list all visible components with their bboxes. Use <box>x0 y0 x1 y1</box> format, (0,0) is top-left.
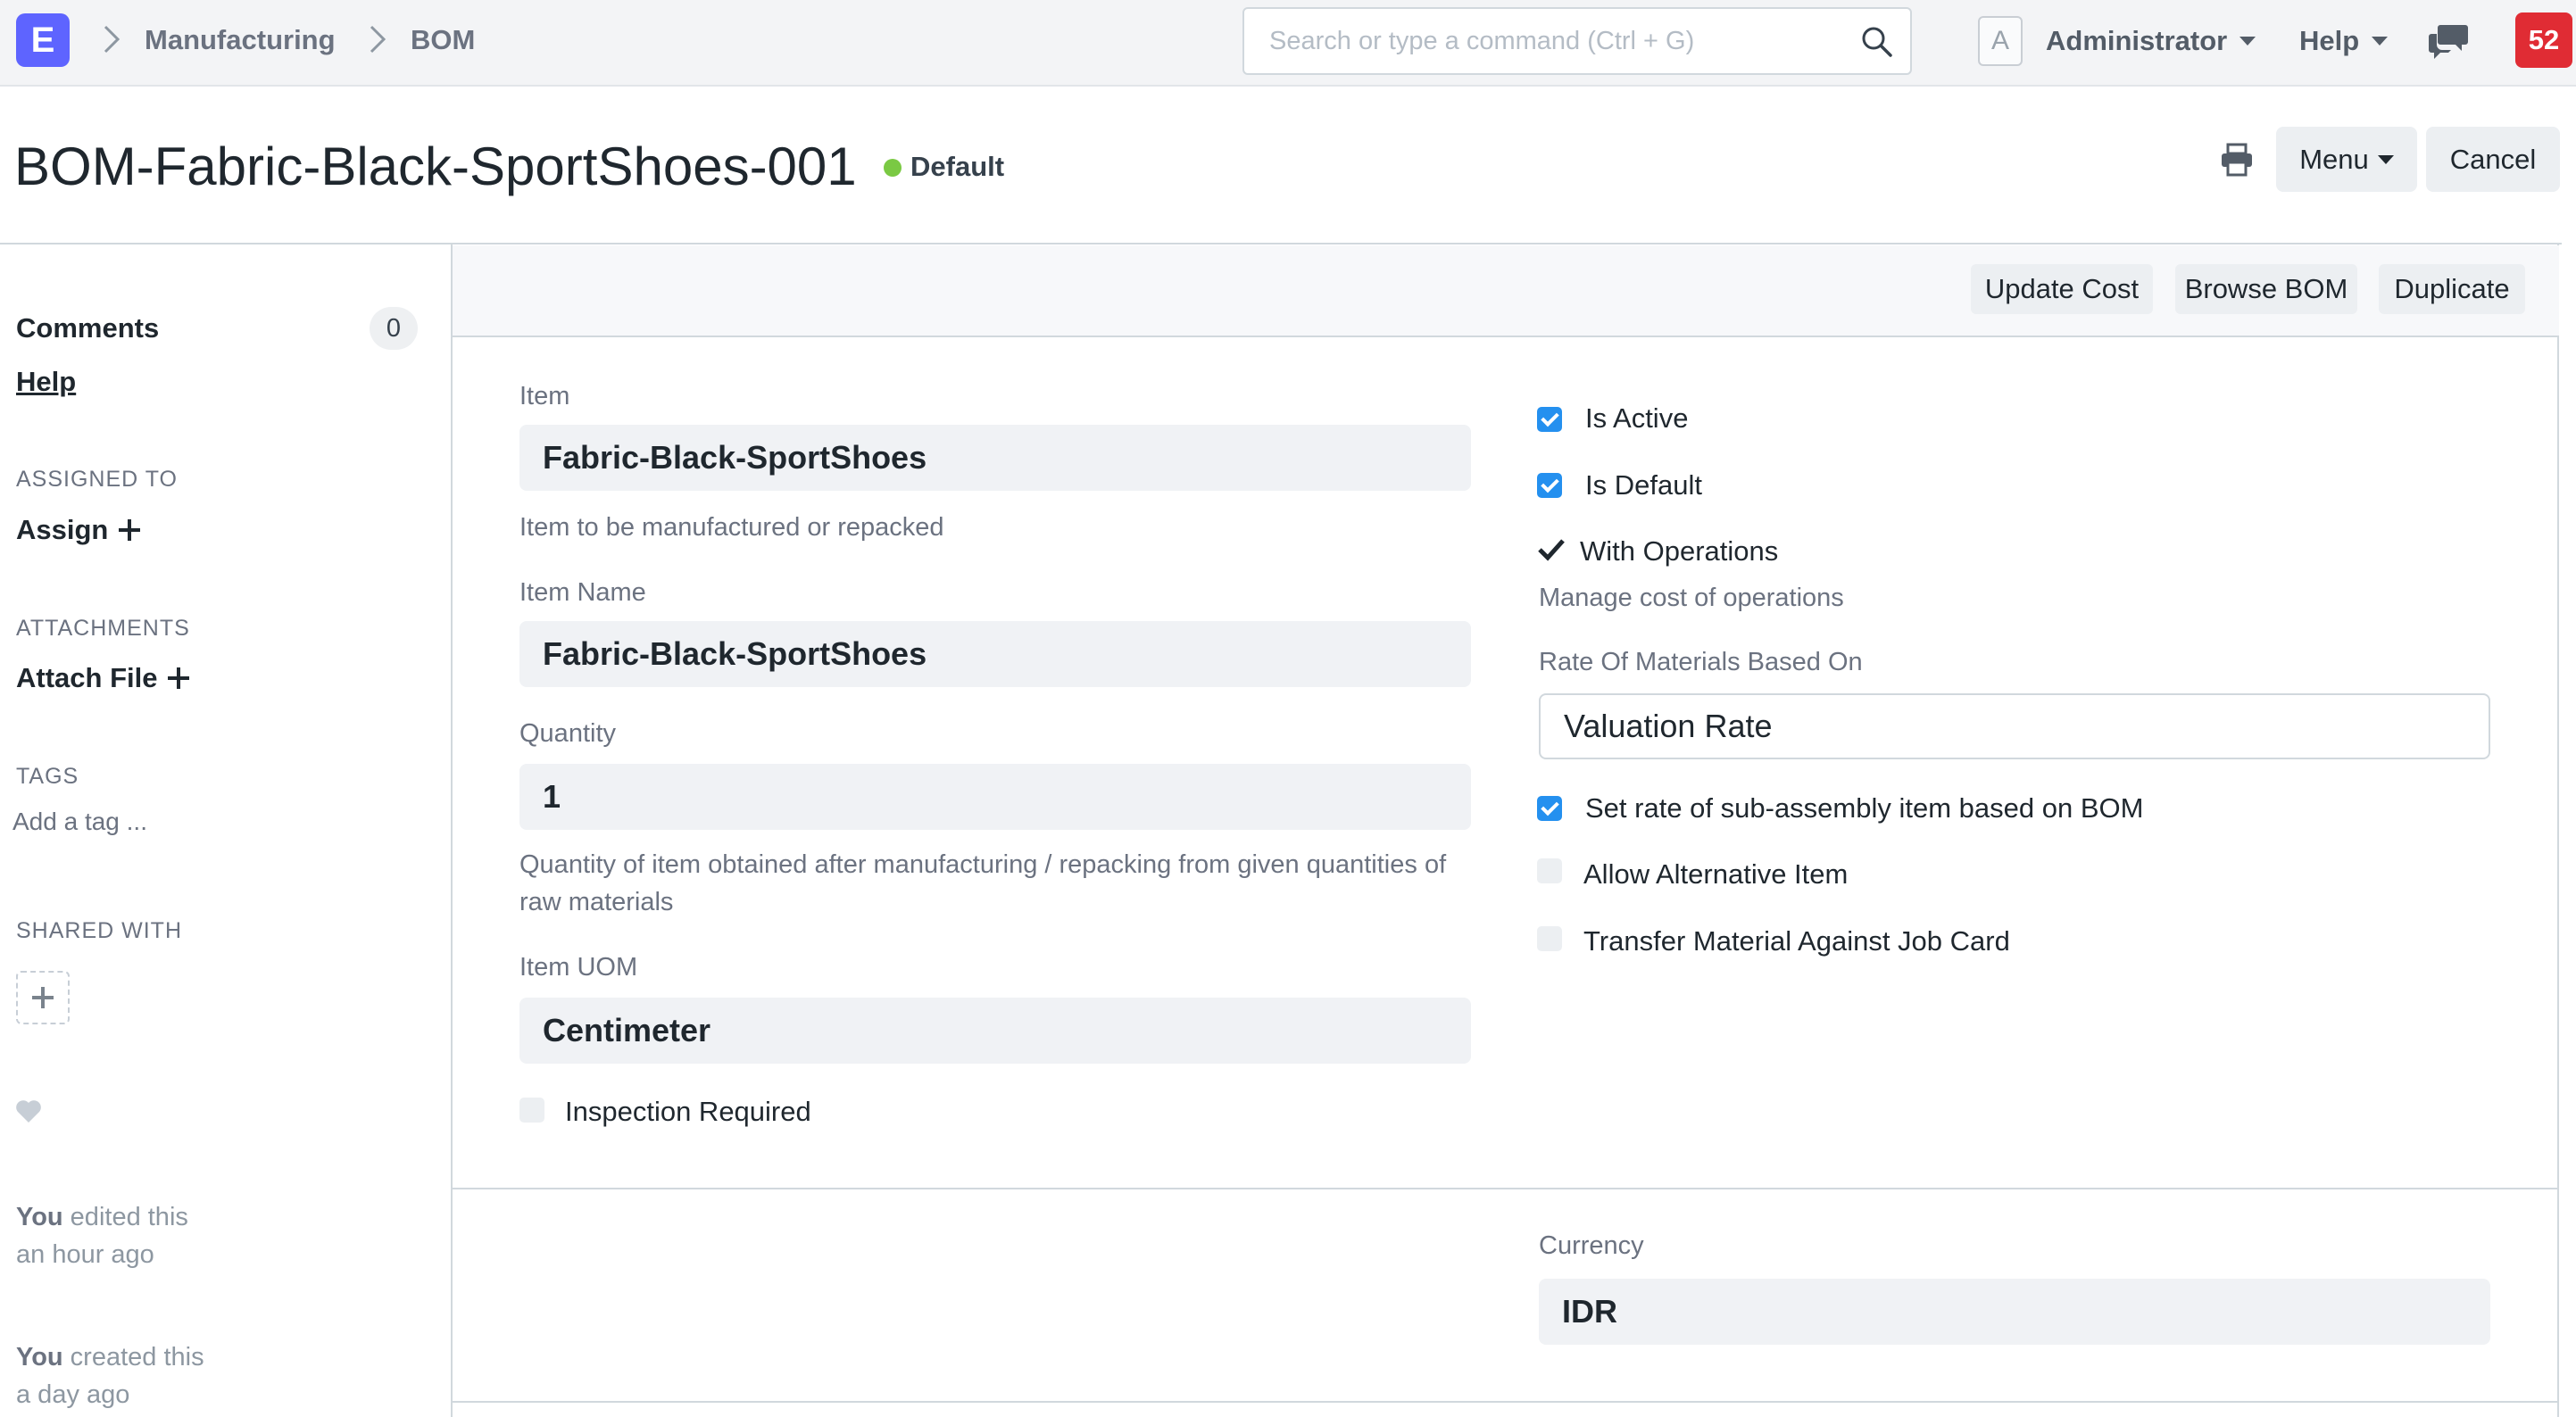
set-rate-sub-assembly-checkbox[interactable] <box>1537 796 1562 821</box>
browse-bom-button[interactable]: Browse BOM <box>2175 264 2357 314</box>
toolbar-divider <box>453 336 2559 337</box>
search-input[interactable] <box>1244 9 1833 73</box>
item-name-field[interactable]: Fabric-Black-SportShoes <box>519 621 1471 687</box>
comments-count-badge: 0 <box>370 307 418 350</box>
currency-field[interactable]: IDR <box>1539 1279 2490 1345</box>
caret-down-icon <box>2377 154 2394 164</box>
item-field-description: Item to be manufactured or repacked <box>519 513 944 542</box>
comments-label: Comments <box>16 312 160 344</box>
heart-icon[interactable] <box>14 1098 43 1124</box>
add-tag-link[interactable]: Add a tag ... <box>12 808 147 836</box>
plus-icon <box>168 667 190 689</box>
app-logo[interactable]: E <box>16 13 70 67</box>
chevron-right-icon <box>370 25 386 54</box>
tags-heading: TAGS <box>16 764 79 789</box>
allow-alternative-item-label: Allow Alternative Item <box>1583 858 1849 890</box>
help-link[interactable]: Help <box>16 366 76 398</box>
attach-file-label: Attach File <box>16 662 158 693</box>
with-operations-check-icon[interactable] <box>1537 537 1566 562</box>
plus-icon <box>119 519 141 541</box>
rate-of-materials-select[interactable]: Valuation Rate <box>1539 693 2490 759</box>
is-default-checkbox[interactable] <box>1537 473 1562 498</box>
avatar[interactable]: A <box>1978 16 2023 66</box>
plus-icon <box>32 987 54 1008</box>
is-active-checkbox[interactable] <box>1537 407 1562 432</box>
chevron-right-icon <box>104 25 120 54</box>
status-indicator-dot <box>884 159 902 177</box>
timeline-user: You <box>16 1343 63 1371</box>
user-menu-label: Administrator <box>2046 25 2228 56</box>
user-menu-dropdown[interactable]: Administrator <box>2046 25 2256 57</box>
help-dropdown[interactable]: Help <box>2299 25 2389 57</box>
cancel-button[interactable]: Cancel <box>2426 127 2560 192</box>
currency-field-label: Currency <box>1539 1231 1644 1260</box>
print-icon[interactable] <box>2219 143 2255 177</box>
timeline-time: an hour ago <box>16 1240 154 1269</box>
notification-badge[interactable]: 52 <box>2515 12 2572 68</box>
menu-button-label: Menu <box>2299 143 2369 175</box>
inspection-required-label: Inspection Required <box>565 1096 811 1127</box>
menu-button[interactable]: Menu <box>2276 127 2417 192</box>
transfer-material-checkbox[interactable] <box>1537 926 1562 951</box>
assign-button[interactable]: Assign <box>16 514 141 546</box>
assign-label: Assign <box>16 514 109 545</box>
comments-link[interactable]: Comments <box>16 312 159 344</box>
timeline-time: a day ago <box>16 1380 130 1409</box>
search-box <box>1242 7 1912 75</box>
section-divider <box>453 1188 2559 1189</box>
rate-of-materials-label: Rate Of Materials Based On <box>1539 648 1863 676</box>
item-name-field-label: Item Name <box>519 578 646 607</box>
attachments-heading: ATTACHMENTS <box>16 616 190 641</box>
quantity-field-label: Quantity <box>519 719 616 748</box>
item-field-label: Item <box>519 382 570 410</box>
page-head-divider <box>0 243 2562 244</box>
breadcrumb-manufacturing[interactable]: Manufacturing <box>145 24 336 56</box>
shared-with-heading: SHARED WITH <box>16 918 182 943</box>
breadcrumb-bom[interactable]: BOM <box>411 24 475 56</box>
help-menu-label: Help <box>2299 25 2360 56</box>
form-right-border <box>2557 244 2559 1417</box>
set-rate-sub-assembly-label: Set rate of sub-assembly item based on B… <box>1585 792 2144 824</box>
page-title: BOM-Fabric-Black-SportShoes-001 <box>14 137 857 196</box>
timeline-entry: You edited this an hour ago <box>16 1198 302 1273</box>
transfer-material-label: Transfer Material Against Job Card <box>1583 925 2010 957</box>
with-operations-description: Manage cost of operations <box>1539 584 1844 612</box>
status-badge: Default <box>910 151 1005 182</box>
timeline-action: edited this <box>62 1203 188 1231</box>
duplicate-button[interactable]: Duplicate <box>2379 264 2525 314</box>
allow-alternative-item-checkbox[interactable] <box>1537 858 1562 883</box>
quantity-field[interactable]: 1 <box>519 764 1471 830</box>
assigned-to-heading: ASSIGNED TO <box>16 467 178 492</box>
quantity-field-description: Quantity of item obtained after manufact… <box>519 850 1447 916</box>
sidebar-divider <box>451 244 453 1417</box>
timeline-action: created this <box>62 1343 204 1371</box>
attach-file-button[interactable]: Attach File <box>16 662 190 694</box>
item-uom-field[interactable]: Centimeter <box>519 998 1471 1064</box>
timeline-entry: You created this a day ago <box>16 1338 302 1413</box>
with-operations-label: With Operations <box>1580 535 1779 567</box>
navbar: E Manufacturing BOM A Administrator Help… <box>0 0 2576 87</box>
share-add-button[interactable] <box>16 971 70 1024</box>
caret-down-icon <box>2372 37 2389 46</box>
inspection-required-checkbox[interactable] <box>519 1098 544 1123</box>
search-icon[interactable] <box>1860 25 1894 59</box>
caret-down-icon <box>2239 37 2256 46</box>
item-field[interactable]: Fabric-Black-SportShoes <box>519 425 1471 491</box>
item-uom-field-label: Item UOM <box>519 953 638 982</box>
is-default-label: Is Default <box>1585 469 1702 501</box>
is-active-label: Is Active <box>1585 402 1689 434</box>
timeline-user: You <box>16 1203 63 1231</box>
section-divider <box>453 1401 2559 1403</box>
update-cost-button[interactable]: Update Cost <box>1971 264 2153 314</box>
chat-icon[interactable] <box>2428 23 2469 61</box>
